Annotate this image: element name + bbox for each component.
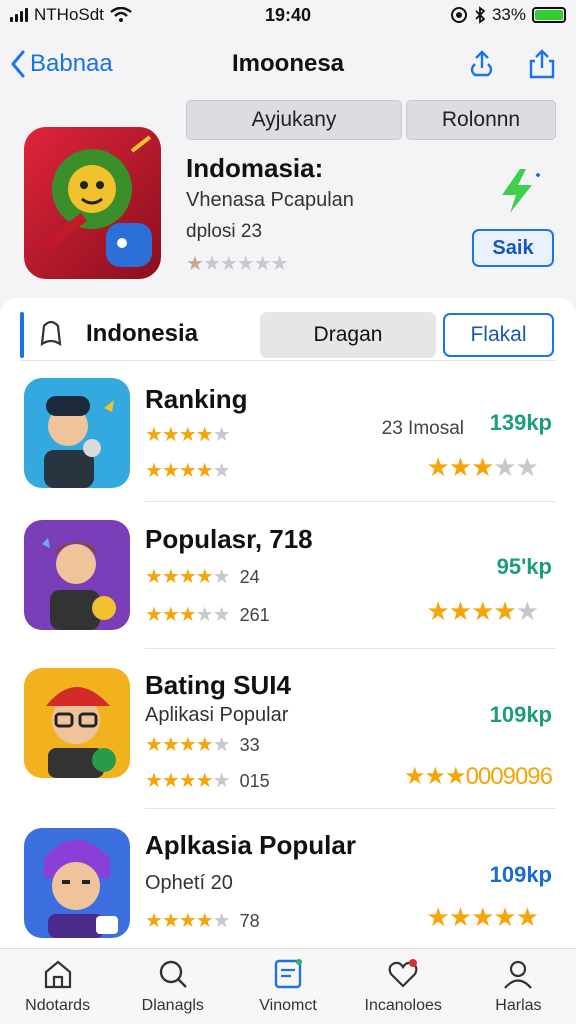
- filter-flakal-button[interactable]: Flakal: [443, 313, 554, 357]
- app-rating: ★★★★★ 33: [145, 734, 260, 756]
- segment-ayjukany[interactable]: Ayjukany: [186, 100, 402, 140]
- tab-profile[interactable]: Harlas: [461, 949, 576, 1024]
- tab-home[interactable]: Ndotards: [0, 949, 115, 1024]
- share-icon[interactable]: [526, 48, 558, 80]
- app-rating-secondary: ★★★★★ 015: [145, 770, 270, 792]
- app-icon: [24, 668, 130, 778]
- person-icon: [504, 960, 533, 989]
- back-button[interactable]: Babnaa: [10, 49, 113, 79]
- app-rating-large: ★★★★★: [426, 452, 539, 482]
- share-alt-icon[interactable]: [466, 48, 498, 80]
- chevron-left-icon: [11, 50, 25, 78]
- tab-updates[interactable]: Vinomct: [230, 949, 345, 1024]
- tab-label: Harlas: [495, 997, 542, 1014]
- tab-label: Vinomct: [259, 997, 317, 1014]
- filter-row: Indonesia Dragan Flakal: [0, 304, 576, 360]
- bluetooth-icon: [475, 6, 486, 24]
- app-subtitle: Ophetí 20: [145, 872, 233, 894]
- tab-search[interactable]: Dlanagls: [115, 949, 230, 1024]
- app-title: Ranking: [145, 384, 248, 414]
- app-rating: ★★★★★: [145, 424, 231, 446]
- home-icon: [44, 960, 71, 989]
- record-icon: [450, 7, 467, 23]
- app-size: 95'kp: [496, 554, 552, 579]
- heart-icon: [388, 959, 418, 988]
- app-size: 139kp: [489, 410, 552, 435]
- list-item[interactable]: Ranking ★★★★★ ★★★★★ 23 Imosal 139kp ★★★★…: [0, 378, 576, 533]
- tab-label: Incanoloes: [364, 997, 442, 1014]
- list-item[interactable]: Bating SUI4 Aplikasi Popular ★★★★★ 33 ★★★…: [0, 668, 576, 823]
- app-title: Populasr, 718: [145, 524, 313, 554]
- featured-app-subtitle: Vhenasa Pcapulan: [186, 189, 354, 211]
- battery-icon: [532, 7, 566, 23]
- search-icon: [159, 960, 187, 988]
- app-list-panel: Indonesia Dragan Flakal Ranking ★★★★★ ★★…: [0, 298, 576, 948]
- app-icon: [24, 828, 130, 938]
- app-rating-secondary: ★★★★★ 261: [145, 604, 270, 626]
- tab-bar: Ndotards Dlanagls Vinomct Incanoloes Har…: [0, 948, 576, 1024]
- app-icon: [24, 520, 130, 630]
- tab-label: Dlanagls: [141, 997, 204, 1014]
- nav-bar: Babnaa Imoonesa: [0, 38, 576, 90]
- status-bar: NTHoSdt 19:40 33%: [0, 0, 576, 30]
- app-size: 109kp: [489, 862, 552, 887]
- battery-percent: 33%: [491, 5, 526, 24]
- app-rating-secondary: ★★★★★: [145, 460, 231, 482]
- featured-app-icon[interactable]: [24, 127, 161, 279]
- app-rating: ★★★★★ 24: [145, 566, 260, 588]
- app-icon: [24, 378, 130, 488]
- app-rating-large: ★★★★★: [426, 596, 539, 626]
- app-subtitle: Aplikasi Popular: [145, 704, 289, 726]
- app-downloads: 23 Imosal: [381, 418, 464, 439]
- tab-favorites[interactable]: Incanoloes: [346, 949, 461, 1024]
- app-title: Bating SUI4: [145, 670, 291, 700]
- featured-app-rating: ★★★★★★: [186, 253, 289, 275]
- app-rating-large: ★★★★★: [426, 902, 539, 932]
- list-item[interactable]: Populasr, 718 ★★★★★ 24 ★★★★★ 261 95'kp ★★★…: [0, 520, 576, 675]
- section-accent-bar: [20, 312, 24, 358]
- app-title: Aplkasia Popular: [145, 830, 356, 860]
- app-rating-large: ★★★0009096: [404, 763, 553, 790]
- featured-app-meta: dplosi 23: [186, 221, 263, 242]
- document-icon: [274, 959, 302, 989]
- back-label: Babnaa: [30, 50, 113, 77]
- segment-rolonnn[interactable]: Rolonnn: [406, 100, 556, 140]
- app-rating: ★★★★★ 78: [145, 910, 260, 932]
- get-button[interactable]: Saik: [472, 229, 554, 267]
- app-size: 109kp: [489, 702, 552, 727]
- tab-label: Ndotards: [25, 997, 91, 1014]
- bolt-icon: [502, 169, 540, 213]
- bookmark-icon: [40, 320, 62, 347]
- filter-dragan-button[interactable]: Dragan: [260, 312, 436, 358]
- section-title: Indonesia: [86, 320, 199, 347]
- featured-app-card: Ayjukany Rolonnn Indomasia: Vhenasa Pcap…: [0, 95, 576, 295]
- featured-app-name: Indomasia:: [186, 153, 324, 183]
